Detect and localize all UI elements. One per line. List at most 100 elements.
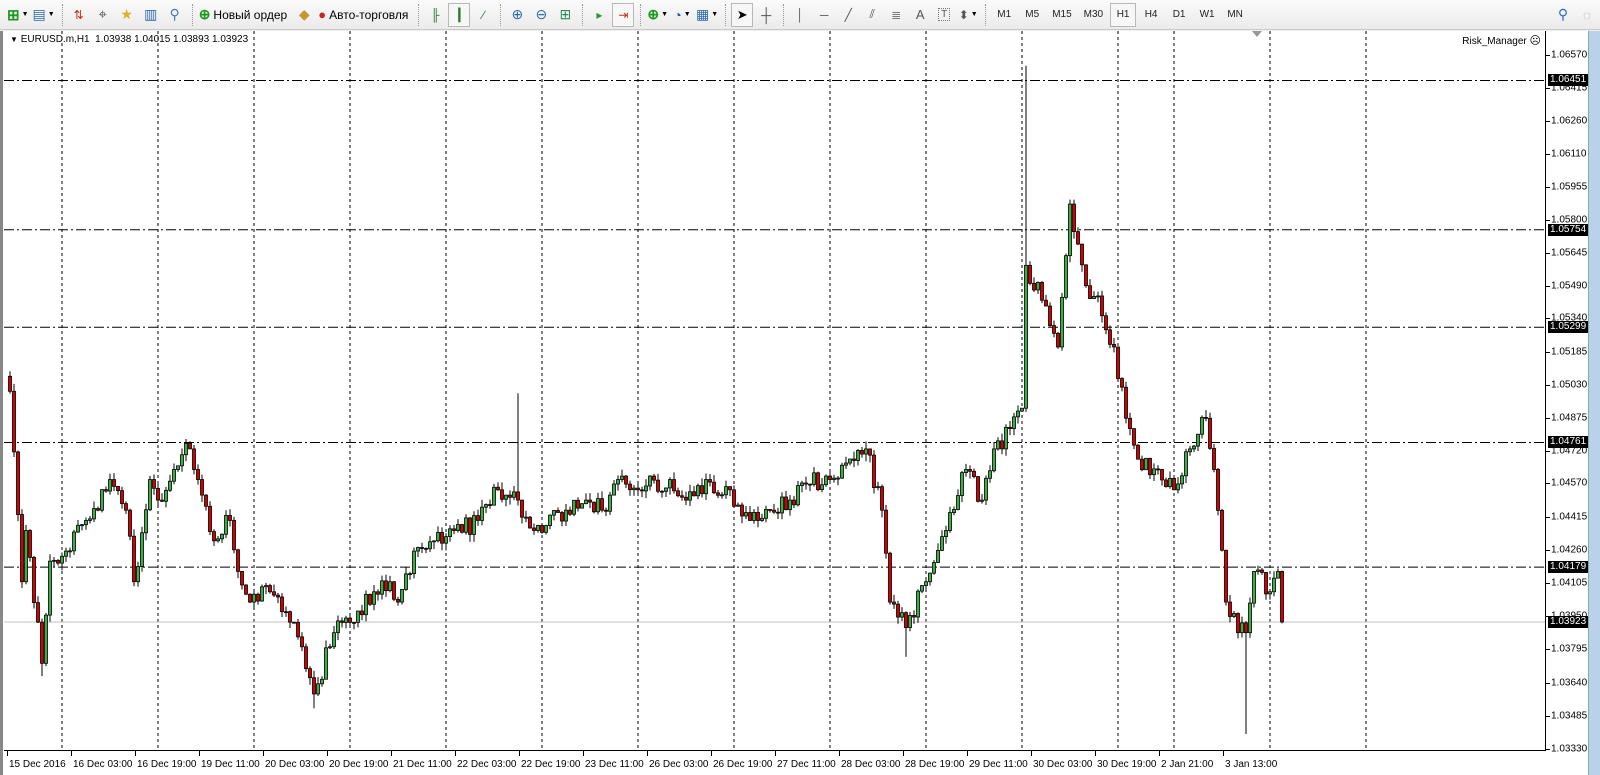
navigator-button[interactable]: ⌖: [92, 3, 114, 27]
new-order-label: Новый ордер: [213, 7, 288, 22]
new-chart-button[interactable]: ⊞ ▼: [6, 3, 30, 27]
bull-candle: [1144, 457, 1148, 471]
expert-advisor-label[interactable]: Risk_Manager ☹: [1462, 34, 1541, 47]
bear-candle: [292, 621, 296, 624]
vertical-line-button[interactable]: │: [789, 3, 811, 27]
search-button[interactable]: ⚲: [1552, 3, 1574, 27]
period-m5-button[interactable]: M5: [1019, 3, 1045, 27]
bull-candle: [612, 483, 616, 496]
equidistant-channel-button[interactable]: ⫽: [861, 3, 883, 27]
bull-candle: [1064, 255, 1068, 298]
bull-candle: [720, 494, 724, 497]
time-tick-label: 26 Dec 19:00: [713, 759, 773, 770]
bar-chart-button[interactable]: ╟: [424, 3, 446, 27]
bull-candle: [928, 572, 932, 583]
text-button[interactable]: A: [909, 3, 931, 27]
time-tick: [327, 751, 328, 756]
bull-candle: [372, 591, 376, 605]
bear-candle: [576, 499, 580, 509]
bear-candle: [568, 509, 572, 515]
chat-button[interactable]: ◌: [1576, 3, 1598, 27]
candlestick-button[interactable]: ┃: [448, 2, 471, 27]
bull-candle: [1192, 445, 1196, 450]
templates-button[interactable]: ▦ ▼: [695, 3, 719, 27]
price-tick-label: 1.05490: [1551, 280, 1588, 292]
bear-candle: [660, 490, 664, 493]
chart-area[interactable]: ▼ EURUSD.m,H1 1.03938 1.04015 1.03893 1.…: [4, 31, 1546, 751]
bear-candle: [188, 442, 192, 450]
bear-candle: [904, 612, 908, 628]
strategy-tester-button[interactable]: ⚲: [164, 3, 186, 27]
chart-shift-button[interactable]: ⇥: [612, 2, 635, 27]
bear-candle: [804, 482, 808, 485]
trendline-button[interactable]: ╱: [837, 3, 859, 27]
bear-candle: [1048, 305, 1052, 326]
time-tick-label: 2 Jan 21:00: [1161, 759, 1214, 770]
cursor-button[interactable]: ➤: [731, 2, 754, 27]
crosshair-button[interactable]: ┼: [755, 3, 777, 27]
bull-candle: [932, 562, 936, 574]
periodicity-button[interactable]: ◔ ▼: [671, 3, 693, 27]
bear-candle: [1084, 264, 1088, 287]
time-tick: [391, 751, 392, 756]
horizontal-line-button[interactable]: ─: [813, 3, 835, 27]
autotrading-button[interactable]: ● Авто-торговля: [317, 3, 412, 27]
metaeditor-button[interactable]: ◆: [293, 3, 315, 27]
period-m30-button[interactable]: M30: [1079, 3, 1108, 27]
candlestick-icon: ┃: [455, 7, 463, 22]
period-h4-button[interactable]: H4: [1138, 3, 1164, 27]
time-axis[interactable]: 15 Dec 2016 16 Dec 03:00 16 Dec 19:00 19 De…: [3, 751, 1546, 773]
shift-marker-icon[interactable]: [1252, 31, 1262, 37]
bull-candle: [472, 515, 476, 535]
new-order-icon: ⊕: [198, 6, 211, 22]
period-d1-button[interactable]: D1: [1166, 3, 1192, 27]
bull-candle: [136, 566, 140, 583]
bull-candle: [224, 515, 228, 535]
favorites-button[interactable]: ★: [116, 3, 138, 27]
bear-candle: [740, 504, 744, 517]
bear-candle: [624, 475, 628, 485]
time-tick-label: 30 Dec 03:00: [1033, 759, 1093, 770]
vertical-scrollbar[interactable]: [1588, 31, 1600, 775]
bear-candle: [896, 603, 900, 618]
level-price-label: 1.04761: [1548, 436, 1589, 449]
market-watch-button[interactable]: ⇅: [68, 3, 90, 27]
bull-candle: [844, 462, 848, 466]
data-window-button[interactable]: ▥: [140, 3, 162, 27]
horizontal-line-icon: ─: [819, 7, 829, 22]
period-h1-button[interactable]: H1: [1110, 2, 1137, 27]
zoom-out-button[interactable]: ⊖: [530, 3, 552, 27]
frown-icon: ☹: [1529, 35, 1541, 47]
tile-windows-icon: ⊞: [559, 6, 572, 22]
new-order-button[interactable]: ⊕ Новый ордер: [198, 3, 292, 27]
bear-candle: [440, 531, 444, 544]
fibonacci-button[interactable]: ≣: [885, 3, 907, 27]
period-m15-button[interactable]: M15: [1047, 3, 1076, 27]
tile-windows-button[interactable]: ⊞: [554, 3, 576, 27]
bull-candle: [316, 683, 320, 695]
period-w1-button[interactable]: W1: [1194, 3, 1220, 27]
bull-candle: [344, 617, 348, 623]
line-chart-icon: ∕: [482, 7, 485, 22]
zoom-in-button[interactable]: ⊕: [506, 3, 528, 27]
toolbar-separator: [418, 3, 420, 26]
bull-candle: [444, 536, 448, 544]
auto-scroll-button[interactable]: ▸: [588, 3, 610, 27]
bull-candle: [724, 486, 728, 496]
time-tick: [519, 751, 520, 756]
price-axis[interactable]: 1.06570 1.06415 1.06260 1.06110 1.05955 1.058…: [1546, 31, 1591, 755]
collapse-triangle-icon[interactable]: ▼: [10, 35, 18, 44]
period-mn-button[interactable]: MN: [1222, 3, 1248, 27]
arrows-button[interactable]: ⬍ ▼: [957, 3, 979, 27]
bear-candle: [884, 509, 888, 554]
text-label-tool: T: [938, 8, 951, 21]
time-tick: [71, 751, 72, 756]
indicators-button[interactable]: ⊕ ▼: [646, 3, 669, 27]
line-chart-button[interactable]: ∕: [472, 3, 494, 27]
text-label-button[interactable]: T: [933, 3, 955, 27]
bull-candle: [176, 465, 180, 470]
period-m1-button[interactable]: M1: [991, 3, 1017, 27]
bull-candle: [688, 491, 692, 501]
bear-candle: [32, 557, 36, 604]
profiles-button[interactable]: ▤ ▼: [32, 3, 56, 27]
